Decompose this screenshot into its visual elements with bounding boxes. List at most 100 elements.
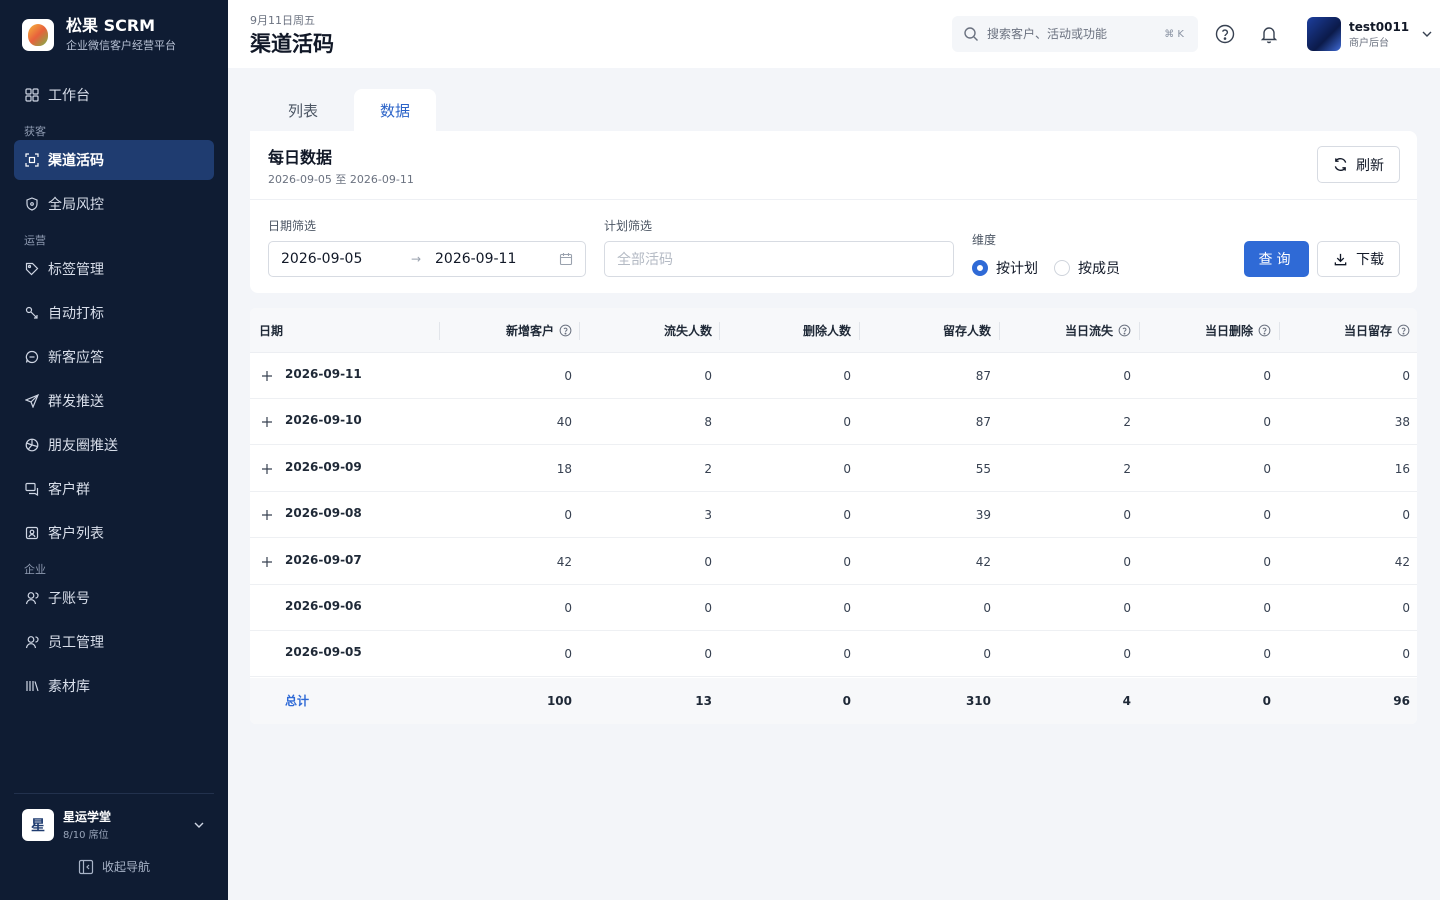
date-range-picker[interactable]: 2026-09-05 → 2026-09-11	[268, 241, 586, 277]
help-circle-icon	[1118, 324, 1131, 337]
sidebar-item-auto-tag[interactable]: 自动打标	[14, 293, 214, 333]
contact-card-icon	[25, 526, 39, 540]
expand-plus-icon[interactable]	[261, 463, 273, 475]
expand-plus-icon[interactable]	[261, 370, 273, 382]
search-input[interactable]	[987, 27, 1157, 41]
download-label: 下载	[1356, 252, 1384, 268]
sidebar-item-label: 子账号	[48, 591, 90, 607]
nav-group-enterprise: 企业	[24, 563, 46, 576]
group-chat-icon	[25, 482, 39, 496]
sidebar-item-library[interactable]: 素材库	[14, 666, 214, 706]
plan-select[interactable]: 全部活码	[604, 241, 954, 277]
table-cell: 87	[975, 369, 991, 383]
sidebar-item-mass-send[interactable]: 群发推送	[14, 381, 214, 421]
table-cell: 0	[983, 601, 991, 615]
sidebar-item-customer-list[interactable]: 客户列表	[14, 513, 214, 553]
total-cell: 310	[965, 693, 991, 708]
column-separator	[1139, 322, 1140, 340]
user-menu[interactable]: test0011 商户后台	[1307, 17, 1433, 51]
collapse-nav-button[interactable]: 收起导航	[78, 858, 150, 875]
help-circle-icon	[1258, 324, 1271, 337]
column-header: 留存人数	[860, 308, 991, 353]
download-button[interactable]: 下载	[1317, 241, 1400, 277]
table-cell: 87	[975, 415, 991, 430]
column-header-label: 新增客户	[505, 324, 554, 338]
sidebar-item-label: 标签管理	[48, 262, 104, 278]
date-end: 2026-09-11	[435, 251, 517, 267]
sidebar-item-sub-accounts[interactable]: 子账号	[14, 578, 214, 618]
expand-plus-icon[interactable]	[261, 416, 273, 428]
table-row: 2026-09-05 0 0 0 0 0 0 0	[250, 631, 1417, 678]
table-cell: 0	[843, 369, 851, 383]
table-cell: 42	[1394, 554, 1410, 569]
user-role: 商户后台	[1349, 37, 1389, 49]
refresh-label: 刷新	[1356, 157, 1384, 174]
search-icon	[964, 27, 978, 41]
help-icon[interactable]	[1215, 24, 1235, 44]
table-row: 2026-09-11 0 0 0 87 0 0 0	[250, 353, 1417, 399]
avatar	[1307, 17, 1341, 51]
table-cell: 0	[704, 369, 712, 383]
sidebar-item-label: 客户列表	[48, 526, 104, 542]
row-date: 2026-09-07	[285, 552, 362, 567]
table-row: 2026-09-10 40 8 0 87 2 0 38	[250, 399, 1417, 446]
sidebar-item-workbench[interactable]: 工作台	[14, 75, 214, 115]
table-cell: 0	[1263, 461, 1271, 476]
sidebar-item-staff[interactable]: 员工管理	[14, 622, 214, 662]
table-cell: 0	[983, 647, 991, 662]
expand-plus-icon[interactable]	[261, 509, 273, 521]
total-cell: 13	[695, 693, 712, 708]
refresh-icon	[1334, 158, 1347, 171]
sidebar-item-tags[interactable]: 标签管理	[14, 249, 214, 289]
staff-icon	[25, 635, 39, 649]
column-separator	[859, 322, 860, 340]
column-header-label: 日期	[259, 324, 284, 338]
sidebar-item-moments[interactable]: 朋友圈推送	[14, 425, 214, 465]
collapse-nav-label: 收起导航	[102, 860, 151, 874]
sidebar-item-risk-control[interactable]: 全局风控	[14, 184, 214, 224]
brand[interactable]: 松果 SCRM 企业微信客户经营平台	[22, 17, 176, 53]
table-cell: 0	[1263, 415, 1271, 430]
row-date: 2026-09-11	[285, 367, 362, 381]
radio-by-plan[interactable]: 按计划	[972, 258, 1038, 278]
global-search[interactable]: ⌘ K	[952, 16, 1198, 52]
column-header-label: 流失人数	[663, 324, 712, 338]
nav-group-operate: 运营	[24, 234, 46, 247]
user-icon	[25, 591, 39, 605]
table-cell: 0	[1123, 554, 1131, 569]
table-cell: 38	[1394, 415, 1410, 430]
table-cell: 3	[704, 508, 712, 523]
radio-by-member[interactable]: 按成员	[1054, 258, 1120, 278]
column-header-label: 留存人数	[942, 324, 991, 338]
expand-plus-icon[interactable]	[261, 556, 273, 568]
query-button[interactable]: 查询	[1244, 241, 1309, 277]
sidebar-item-new-reply[interactable]: 新客应答	[14, 337, 214, 377]
brand-subtitle: 企业微信客户经营平台	[66, 39, 176, 52]
download-icon	[1334, 253, 1347, 265]
column-separator	[999, 322, 1000, 340]
table-total-row: 总计 100 13 0 310 4 0 96	[250, 677, 1417, 724]
tab-list[interactable]: 列表	[250, 89, 356, 131]
table-header: 日期 新增客户 流失人数 删除人数 留存人数 当日流失 当日删除 当日留存	[250, 308, 1417, 353]
table-cell: 0	[843, 554, 851, 569]
table-cell: 2	[1123, 415, 1131, 430]
refresh-button[interactable]: 刷新	[1317, 146, 1400, 183]
tab-data[interactable]: 数据	[354, 89, 436, 131]
table-cell: 39	[975, 508, 991, 523]
org-switcher[interactable]: 星 星运学堂 8/10 席位	[14, 793, 214, 855]
total-cell: 96	[1393, 693, 1410, 708]
table-cell: 8	[704, 415, 712, 430]
table-cell: 0	[564, 369, 572, 383]
sidebar-item-label: 朋友圈推送	[48, 438, 118, 454]
column-header: 新增客户	[440, 308, 572, 353]
org-avatar: 星	[22, 808, 54, 841]
range-arrow: →	[411, 252, 422, 266]
qr-scan-icon	[25, 153, 39, 167]
sidebar-item-label: 员工管理	[48, 635, 104, 651]
sidebar-item-customer-group[interactable]: 客户群	[14, 469, 214, 509]
table-row: 2026-09-06 0 0 0 0 0 0 0	[250, 585, 1417, 631]
column-header: 当日留存	[1280, 308, 1410, 353]
auto-tag-icon	[25, 306, 39, 320]
sidebar-item-channel-code[interactable]: 渠道活码	[14, 140, 214, 180]
bell-icon[interactable]	[1259, 24, 1279, 44]
